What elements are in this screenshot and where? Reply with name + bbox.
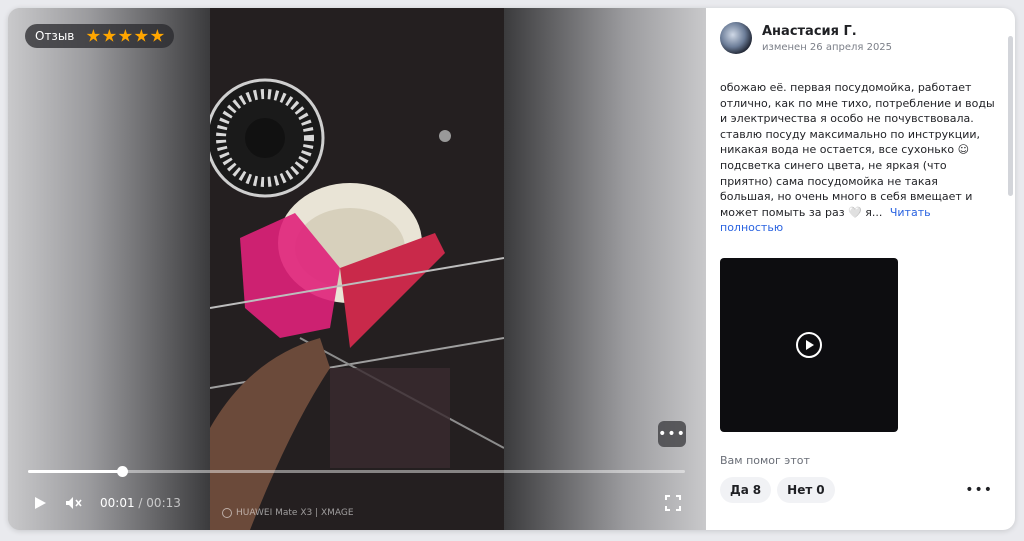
play-icon — [806, 339, 814, 350]
vote-yes-button[interactable]: Да 8 — [720, 476, 772, 503]
vote-yes-count: 8 — [752, 482, 762, 497]
review-body: обожаю её. первая посудомойка, работает … — [720, 81, 995, 219]
current-time: 00:01 — [100, 496, 135, 510]
blurred-background-right — [504, 8, 706, 530]
play-icon — [35, 497, 46, 509]
vote-no-button[interactable]: Нет 0 — [777, 476, 835, 503]
video-progress-bar[interactable] — [28, 466, 685, 477]
review-modal: Отзыв ••• 00:01 / 00:13 HUAWEI Mate X3 |… — [8, 8, 1015, 530]
mute-button[interactable] — [62, 493, 86, 513]
video-more-button[interactable]: ••• — [658, 421, 686, 447]
thumbnail-play-button[interactable] — [796, 331, 822, 358]
star-icon — [102, 29, 117, 42]
muted-speaker-icon — [66, 497, 82, 509]
vote-no-count: 0 — [816, 482, 825, 497]
helpful-question: Вам помог этот — [720, 453, 810, 467]
review-badge: Отзыв — [25, 24, 175, 48]
vote-row: Да 8 Нет 0 ••• — [720, 476, 1001, 503]
author-name[interactable]: Анастасия Г. — [762, 24, 892, 39]
video-content-image — [210, 8, 504, 530]
more-dots-icon: ••• — [658, 426, 686, 442]
video-frame[interactable] — [210, 8, 504, 530]
camera-watermark: HUAWEI Mate X3 | XMAGE — [222, 508, 354, 518]
time-display: 00:01 / 00:13 — [100, 496, 181, 510]
fullscreen-icon — [665, 495, 681, 511]
badge-label: Отзыв — [35, 29, 75, 43]
video-thumbnail[interactable] — [720, 257, 898, 432]
star-icon — [150, 29, 165, 42]
play-button[interactable] — [28, 493, 52, 513]
vote-yes-label: Да — [730, 482, 749, 497]
review-text: обожаю её. первая посудомойка, работает … — [720, 80, 995, 236]
progress-knob[interactable] — [116, 466, 128, 477]
vote-no-label: Нет — [787, 482, 813, 497]
video-controls: 00:01 / 00:13 — [28, 493, 685, 513]
review-panel: Анастасия Г. изменен 26 апреля 2025 обож… — [706, 8, 1015, 530]
star-icon — [118, 29, 133, 42]
rating-stars — [86, 29, 165, 43]
author-block: Анастасия Г. изменен 26 апреля 2025 — [720, 22, 1001, 54]
review-date: изменен 26 апреля 2025 — [762, 41, 893, 53]
star-icon — [86, 29, 101, 42]
review-more-button[interactable]: ••• — [965, 482, 993, 498]
time-separator: / — [138, 496, 143, 510]
fullscreen-button[interactable] — [661, 493, 685, 513]
avatar[interactable] — [720, 22, 752, 54]
scrollbar[interactable] — [1008, 36, 1013, 196]
progress-fill — [28, 470, 122, 473]
star-icon — [134, 29, 149, 42]
more-dots-icon: ••• — [965, 481, 993, 498]
video-player[interactable]: Отзыв ••• 00:01 / 00:13 HUAWEI Mate X3 |… — [8, 8, 706, 530]
duration: 00:13 — [146, 496, 181, 510]
camera-ring-icon — [222, 508, 232, 518]
watermark-text: HUAWEI Mate X3 | XMAGE — [236, 508, 354, 518]
blurred-background-left — [8, 8, 210, 530]
